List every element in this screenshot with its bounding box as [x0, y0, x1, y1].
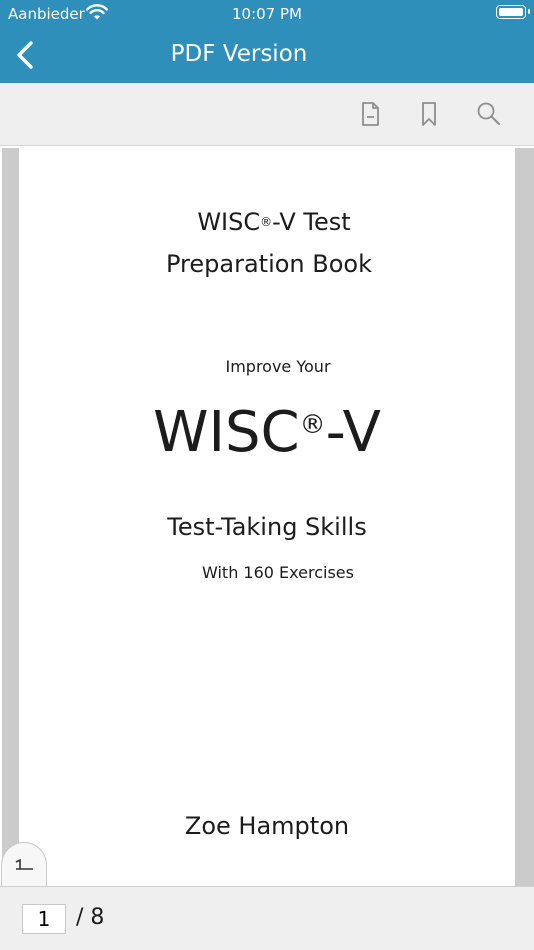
page-number-icon — [15, 858, 33, 870]
search-icon — [477, 102, 500, 125]
author-name: Zoe Hampton — [184, 812, 350, 840]
page-title: PDF Version — [170, 41, 308, 67]
page-navigator-tab[interactable] — [1, 842, 47, 888]
exercises-label: With 160 Exercises — [202, 563, 354, 582]
page-number-input[interactable] — [22, 904, 66, 934]
bookmark-icon — [422, 102, 436, 126]
status-time: 10:07 PM — [232, 5, 302, 23]
pager-bar: / 8 — [0, 886, 534, 950]
document-button[interactable] — [355, 99, 385, 129]
bookmark-button[interactable] — [414, 99, 444, 129]
improve-label: Improve Your — [225, 357, 331, 376]
page-total-label: / 8 — [76, 905, 105, 930]
pdf-viewer[interactable]: WISC®-V Test Preparation Book Improve Yo… — [0, 146, 534, 886]
pdf-page: WISC®-V Test Preparation Book Improve Yo… — [19, 146, 515, 886]
search-button[interactable] — [474, 99, 504, 129]
battery-icon — [496, 5, 530, 19]
document-icon — [362, 102, 379, 126]
pdf-toolbar — [0, 83, 534, 146]
page-gutter-left — [2, 148, 19, 886]
book-title-line-1: WISC®-V Test — [197, 208, 351, 236]
header-bar: Aanbieder 10:07 PM PDF Version — [0, 0, 534, 83]
subtitle: Test-Taking Skills — [167, 513, 367, 541]
wisc-heading: WISC®-V — [153, 400, 381, 465]
book-title-line-2: Preparation Book — [165, 250, 372, 278]
